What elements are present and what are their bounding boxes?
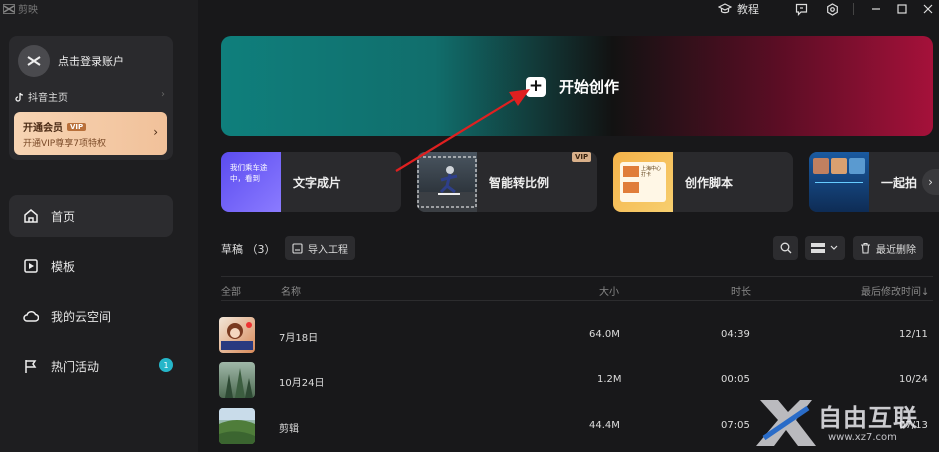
watermark: 自由互联 www.xz7.com	[744, 394, 939, 452]
watermark-url: www.xz7.com	[828, 432, 897, 443]
watermark-text: 自由互联	[818, 404, 918, 432]
annotation-arrow	[395, 89, 530, 172]
